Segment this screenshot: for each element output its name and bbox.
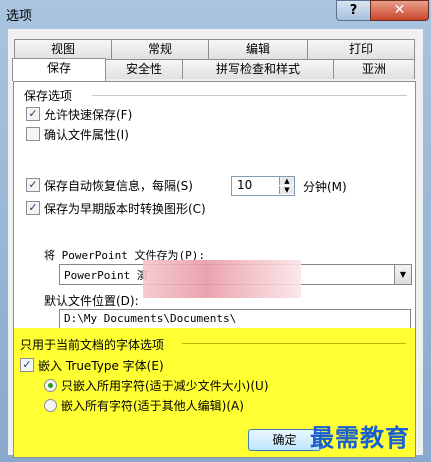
autorecover-label: 保存自动恢复信息，每隔(S): [44, 178, 193, 193]
chevron-down-icon[interactable]: ▼: [394, 265, 411, 284]
tab-print[interactable]: 打印: [307, 39, 415, 59]
confirm-file-props-row[interactable]: 确认文件属性(I): [26, 125, 129, 143]
default-location-input[interactable]: D:\My Documents\Documents\: [59, 309, 411, 329]
check-icon[interactable]: ✓: [20, 358, 34, 372]
save-as-old-format-row[interactable]: ✓ 保存为早期版本时转换图形(C): [26, 199, 206, 217]
save-options-group-label: 保存选项: [24, 89, 73, 103]
default-location-label: 默认文件位置(D):: [44, 294, 139, 308]
default-location-value: D:\My Documents\Documents\: [64, 312, 237, 325]
check-icon[interactable]: ✓: [26, 201, 40, 215]
dialog-title: 选项: [6, 9, 33, 24]
tab-panel-save: 保存选项 ✓ 允许快速保存(F) 确认文件属性(I) ✓ 保存自动恢复信息，每隔…: [13, 81, 416, 458]
redacted-blur: [143, 260, 301, 298]
autorecover-minutes-value[interactable]: 10: [237, 178, 252, 192]
help-button[interactable]: ?: [336, 0, 371, 21]
embed-all-label: 嵌入所有字符(适于其他人编辑)(A): [61, 398, 244, 413]
radio-empty-icon[interactable]: [44, 398, 57, 412]
dialog-window: 选项 ? ✕ 视图 常规 编辑 打印 保存 安全性 拼写检查和样式 亚洲 保存选…: [0, 0, 431, 462]
radio-selected-icon[interactable]: [44, 378, 57, 392]
tab-security[interactable]: 安全性: [105, 59, 183, 79]
tab-view[interactable]: 视图: [14, 39, 112, 59]
save-as-old-format-label: 保存为早期版本时转换图形(C): [44, 201, 206, 216]
check-icon[interactable]: ✓: [26, 107, 40, 121]
embed-used-only-row[interactable]: 只嵌入所用字符(适于减少文件大小)(U): [44, 376, 269, 394]
save-as-format-value: PowerPoint 演: [64, 269, 148, 282]
tab-general[interactable]: 常规: [111, 39, 209, 59]
watermark-logo: 最需教育: [310, 423, 410, 452]
tab-asian[interactable]: 亚洲: [333, 59, 415, 79]
check-icon[interactable]: ✓: [26, 178, 40, 192]
tab-spelling-style[interactable]: 拼写检查和样式: [182, 59, 334, 79]
autorecover-minutes-spinner[interactable]: 10 ▲ ▼: [231, 176, 295, 196]
embed-truetype-row[interactable]: ✓ 嵌入 TrueType 字体(E): [20, 356, 164, 374]
close-button[interactable]: ✕: [370, 0, 429, 21]
confirm-file-props-label: 确认文件属性(I): [44, 127, 129, 142]
divider: [92, 95, 407, 96]
title-bar[interactable]: 选项 ? ✕: [0, 0, 431, 28]
embed-truetype-label: 嵌入 TrueType 字体(E): [38, 358, 164, 373]
spin-up-icon[interactable]: ▲: [279, 177, 294, 185]
tab-edit[interactable]: 编辑: [208, 39, 308, 59]
tab-save[interactable]: 保存: [12, 58, 106, 81]
minutes-label: 分钟(M): [303, 180, 347, 194]
dialog-client: 视图 常规 编辑 打印 保存 安全性 拼写检查和样式 亚洲 保存选项 ✓ 允许快…: [8, 29, 423, 458]
allow-fast-save-row[interactable]: ✓ 允许快速保存(F): [26, 105, 132, 123]
checkbox-empty-icon[interactable]: [26, 127, 40, 141]
autorecover-row[interactable]: ✓ 保存自动恢复信息，每隔(S): [26, 176, 193, 194]
embed-used-only-label: 只嵌入所用字符(适于减少文件大小)(U): [61, 378, 269, 393]
font-options-group-label: 只用于当前文档的字体选项: [20, 338, 165, 352]
divider: [182, 343, 406, 344]
spin-down-icon[interactable]: ▼: [279, 186, 294, 194]
allow-fast-save-label: 允许快速保存(F): [44, 107, 133, 122]
embed-all-row[interactable]: 嵌入所有字符(适于其他人编辑)(A): [44, 396, 244, 414]
